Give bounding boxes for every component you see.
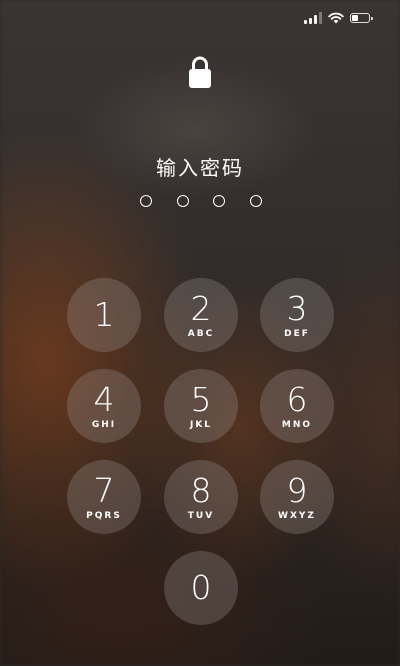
- key-digit: 8: [190, 470, 212, 510]
- cellular-signal-icon: [304, 12, 322, 24]
- key-digit: 3: [286, 288, 308, 328]
- key-letters: WXYZ: [278, 510, 316, 521]
- key-digit: 1: [93, 295, 115, 334]
- key-digit: 7: [93, 470, 115, 510]
- battery-level-fill: [352, 15, 359, 21]
- passcode-prompt: 输入密码: [156, 156, 244, 180]
- keypad-key-6[interactable]: 6 MNO: [260, 369, 334, 443]
- passcode-dot: [213, 195, 226, 207]
- key-digit: 5: [190, 379, 212, 419]
- key-digit: 9: [286, 470, 308, 510]
- keypad-key-9[interactable]: 9 WXYZ: [260, 460, 334, 534]
- passcode-dots: [140, 195, 262, 209]
- key-letters: PQRS: [86, 510, 122, 521]
- keypad-key-3[interactable]: 3 DEF: [260, 278, 334, 352]
- keypad-key-2[interactable]: 2 ABC: [164, 278, 238, 352]
- keypad-key-4[interactable]: 4 GHI: [67, 369, 141, 443]
- lock-icon: [189, 56, 211, 88]
- passcode-dot: [249, 195, 262, 207]
- key-digit: 6: [286, 379, 308, 419]
- key-digit: 0: [190, 568, 212, 607]
- key-letters: MNO: [281, 419, 313, 430]
- key-digit: 4: [93, 379, 115, 419]
- key-digit: 2: [190, 288, 212, 328]
- status-bar: [304, 12, 373, 24]
- key-letters: DEF: [284, 328, 310, 339]
- wifi-icon: [328, 12, 344, 24]
- passcode-dot: [140, 195, 152, 207]
- key-letters: JKL: [189, 419, 213, 430]
- key-letters: TUV: [187, 510, 215, 521]
- keypad-key-7[interactable]: 7 PQRS: [67, 460, 141, 534]
- key-letters: ABC: [187, 328, 215, 339]
- key-letters: GHI: [91, 419, 117, 430]
- keypad-key-5[interactable]: 5 JKL: [164, 369, 238, 443]
- passcode-dot: [176, 195, 189, 207]
- battery-icon: [350, 13, 373, 23]
- keypad-key-1[interactable]: 1: [67, 278, 141, 352]
- keypad-key-8[interactable]: 8 TUV: [164, 460, 238, 534]
- keypad-key-0[interactable]: 0: [164, 551, 238, 625]
